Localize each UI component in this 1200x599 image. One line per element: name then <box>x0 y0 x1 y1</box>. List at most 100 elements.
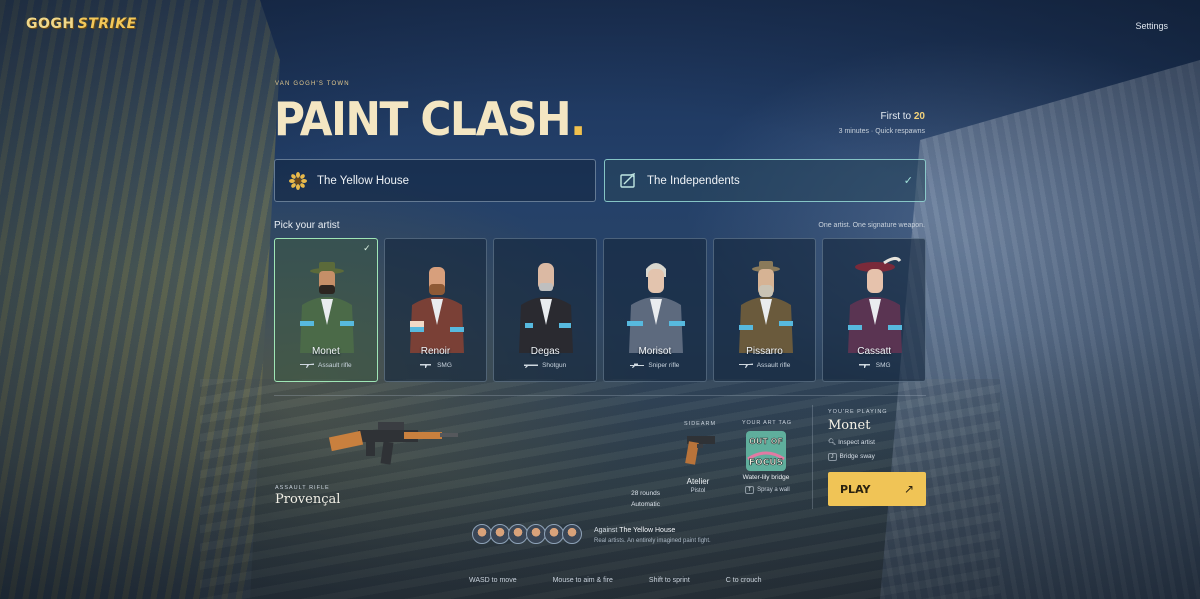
youre-playing-label: YOU'RE PLAYING <box>828 409 888 415</box>
assault-rifle-icon <box>738 363 753 368</box>
logo-text-strike: STRIKE <box>77 16 137 32</box>
artist-name: Degas <box>530 346 560 357</box>
team-label: The Yellow House <box>317 174 410 187</box>
mode-subtitle: 3 minutes · Quick respawns <box>838 128 925 135</box>
pick-artist-note: One artist. One signature weapon. <box>818 222 925 229</box>
artist-portrait-renoir <box>409 267 464 353</box>
play-button-label: PLAY <box>840 482 871 496</box>
spray-action-label: Spray a wall <box>757 487 790 493</box>
section-divider <box>274 395 926 396</box>
page-title: PAINT CLASH. <box>274 92 586 146</box>
avatar <box>544 524 564 544</box>
artist-cards: ✓ Monet Assault rifle Renoir SMG Degas S… <box>274 238 927 382</box>
artist-card-pissarro[interactable]: Pissarro Assault rifle <box>712 238 817 382</box>
map-eyebrow: VAN GOGH'S TOWN <box>275 81 350 87</box>
settings-link[interactable]: Settings <box>1135 21 1168 31</box>
sidearm-type: Pistol <box>690 488 706 494</box>
art-tag-action: T Spray a wall <box>745 486 790 494</box>
artist-portrait-pissarro <box>738 261 793 353</box>
ammo-rounds: 28 rounds <box>631 490 660 497</box>
ammo-info: 28 rounds Automatic <box>590 488 660 510</box>
artist-weapon: SMG <box>385 362 487 369</box>
team-independents[interactable]: The Independents ✓ <box>604 159 926 202</box>
assault-rifle-icon <box>300 363 315 368</box>
team-selected-check-icon: ✓ <box>903 175 913 187</box>
sidearm-name: Atelier <box>686 477 710 486</box>
avatar <box>508 524 528 544</box>
against-team-name: The Yellow House <box>619 527 676 534</box>
title-dot: . <box>570 92 586 146</box>
spray-key: T <box>745 486 755 494</box>
control-crouch: C to crouch <box>725 577 762 584</box>
score-goal-prefix: First to <box>880 111 912 122</box>
play-button[interactable]: PLAY ↗ <box>828 472 926 506</box>
artist-card-renoir[interactable]: Renoir SMG <box>383 238 488 382</box>
artist-weapon: SMG <box>823 362 925 369</box>
sidearm-label: SIDEARM <box>684 421 717 427</box>
artist-name: Renoir <box>420 346 451 357</box>
against-subtitle: Real artists. An entirely imagined paint… <box>594 538 711 544</box>
art-tag-text-top: OUT OF <box>749 437 783 446</box>
assault-rifle-image <box>328 422 458 465</box>
artist-name: Pissarro <box>746 346 783 357</box>
control-sprint: Shift to sprint <box>648 577 690 584</box>
artist-weapon-label: Assault rifle <box>318 362 352 369</box>
artist-weapon-label: SMG <box>875 362 891 369</box>
artist-weapon: Sniper rifle <box>604 362 706 369</box>
magnifier-icon: 🔍︎ <box>828 439 839 446</box>
sunflower-icon <box>289 171 307 190</box>
artist-name: Monet <box>311 346 340 357</box>
inspect-artist-label: Inspect artist <box>838 439 875 446</box>
artist-portrait-morisot <box>627 263 686 353</box>
against-team: Against The Yellow House <box>594 527 675 534</box>
avatar <box>490 524 510 544</box>
ability-info: J Bridge sway <box>828 453 875 461</box>
score-goal: First to 20 <box>839 111 925 122</box>
sniper-rifle-icon <box>630 363 645 368</box>
artist-weapon: Assault rifle <box>714 362 816 369</box>
artist-portrait-monet <box>300 262 354 353</box>
mode-info: First to 20 3 minutes · Quick respawns <box>839 111 925 135</box>
opponent-avatars <box>472 524 582 544</box>
artist-card-degas[interactable]: Degas Shotgun <box>493 238 598 382</box>
avatar <box>562 524 582 544</box>
team-label: The Independents <box>647 174 740 187</box>
score-goal-value: 20 <box>913 111 925 122</box>
art-tag-name: Water-lily bridge <box>742 474 790 481</box>
team-yellow-house[interactable]: The Yellow House <box>274 159 596 202</box>
avatar <box>472 524 492 544</box>
inspect-artist-link[interactable]: 🔍︎ Inspect artist <box>828 438 875 446</box>
art-tag-image: OUT OF FOCUS <box>746 431 786 471</box>
artist-name: Morisot <box>638 346 672 357</box>
control-aim: Mouse to aim & fire <box>552 577 613 584</box>
artist-card-cassatt[interactable]: Cassatt SMG <box>822 238 927 382</box>
artist-weapon-label: SMG <box>437 362 452 369</box>
artist-weapon: Assault rifle <box>275 362 377 369</box>
artist-weapon-label: Sniper rifle <box>648 362 680 369</box>
artist-portrait-cassatt <box>848 256 903 353</box>
logo-text-gogh: GOGH <box>26 16 75 32</box>
ability-key: J <box>828 453 837 461</box>
art-tag-text-bottom: FOCUS <box>749 458 783 468</box>
pistol-image <box>685 436 715 465</box>
easel-icon <box>619 172 637 190</box>
smg-icon <box>419 363 433 368</box>
shotgun-icon <box>524 363 539 368</box>
smg-icon <box>858 363 872 368</box>
fire-mode: Automatic <box>631 501 660 508</box>
art-tag-label: YOUR ART TAG <box>742 420 792 426</box>
selected-check-icon: ✓ <box>363 243 371 253</box>
artist-name: Cassatt <box>857 346 892 357</box>
ability-label: Bridge sway <box>839 453 875 460</box>
arrow-up-right-icon: ↗ <box>903 482 914 496</box>
playing-artist-name: Monet <box>828 418 871 433</box>
avatar <box>526 524 546 544</box>
weapon-name: Provençal <box>275 492 341 507</box>
weapon-class: ASSAULT RIFLE <box>275 485 330 491</box>
title-text: PAINT CLASH <box>274 92 572 146</box>
pick-artist-label: Pick your artist <box>274 220 340 231</box>
artist-card-morisot[interactable]: Morisot Sniper rifle <box>603 238 707 382</box>
game-logo: GOGH STRIKE <box>26 16 137 32</box>
against-prefix: Against <box>594 527 618 534</box>
artist-card-monet[interactable]: ✓ Monet Assault rifle <box>274 238 378 382</box>
